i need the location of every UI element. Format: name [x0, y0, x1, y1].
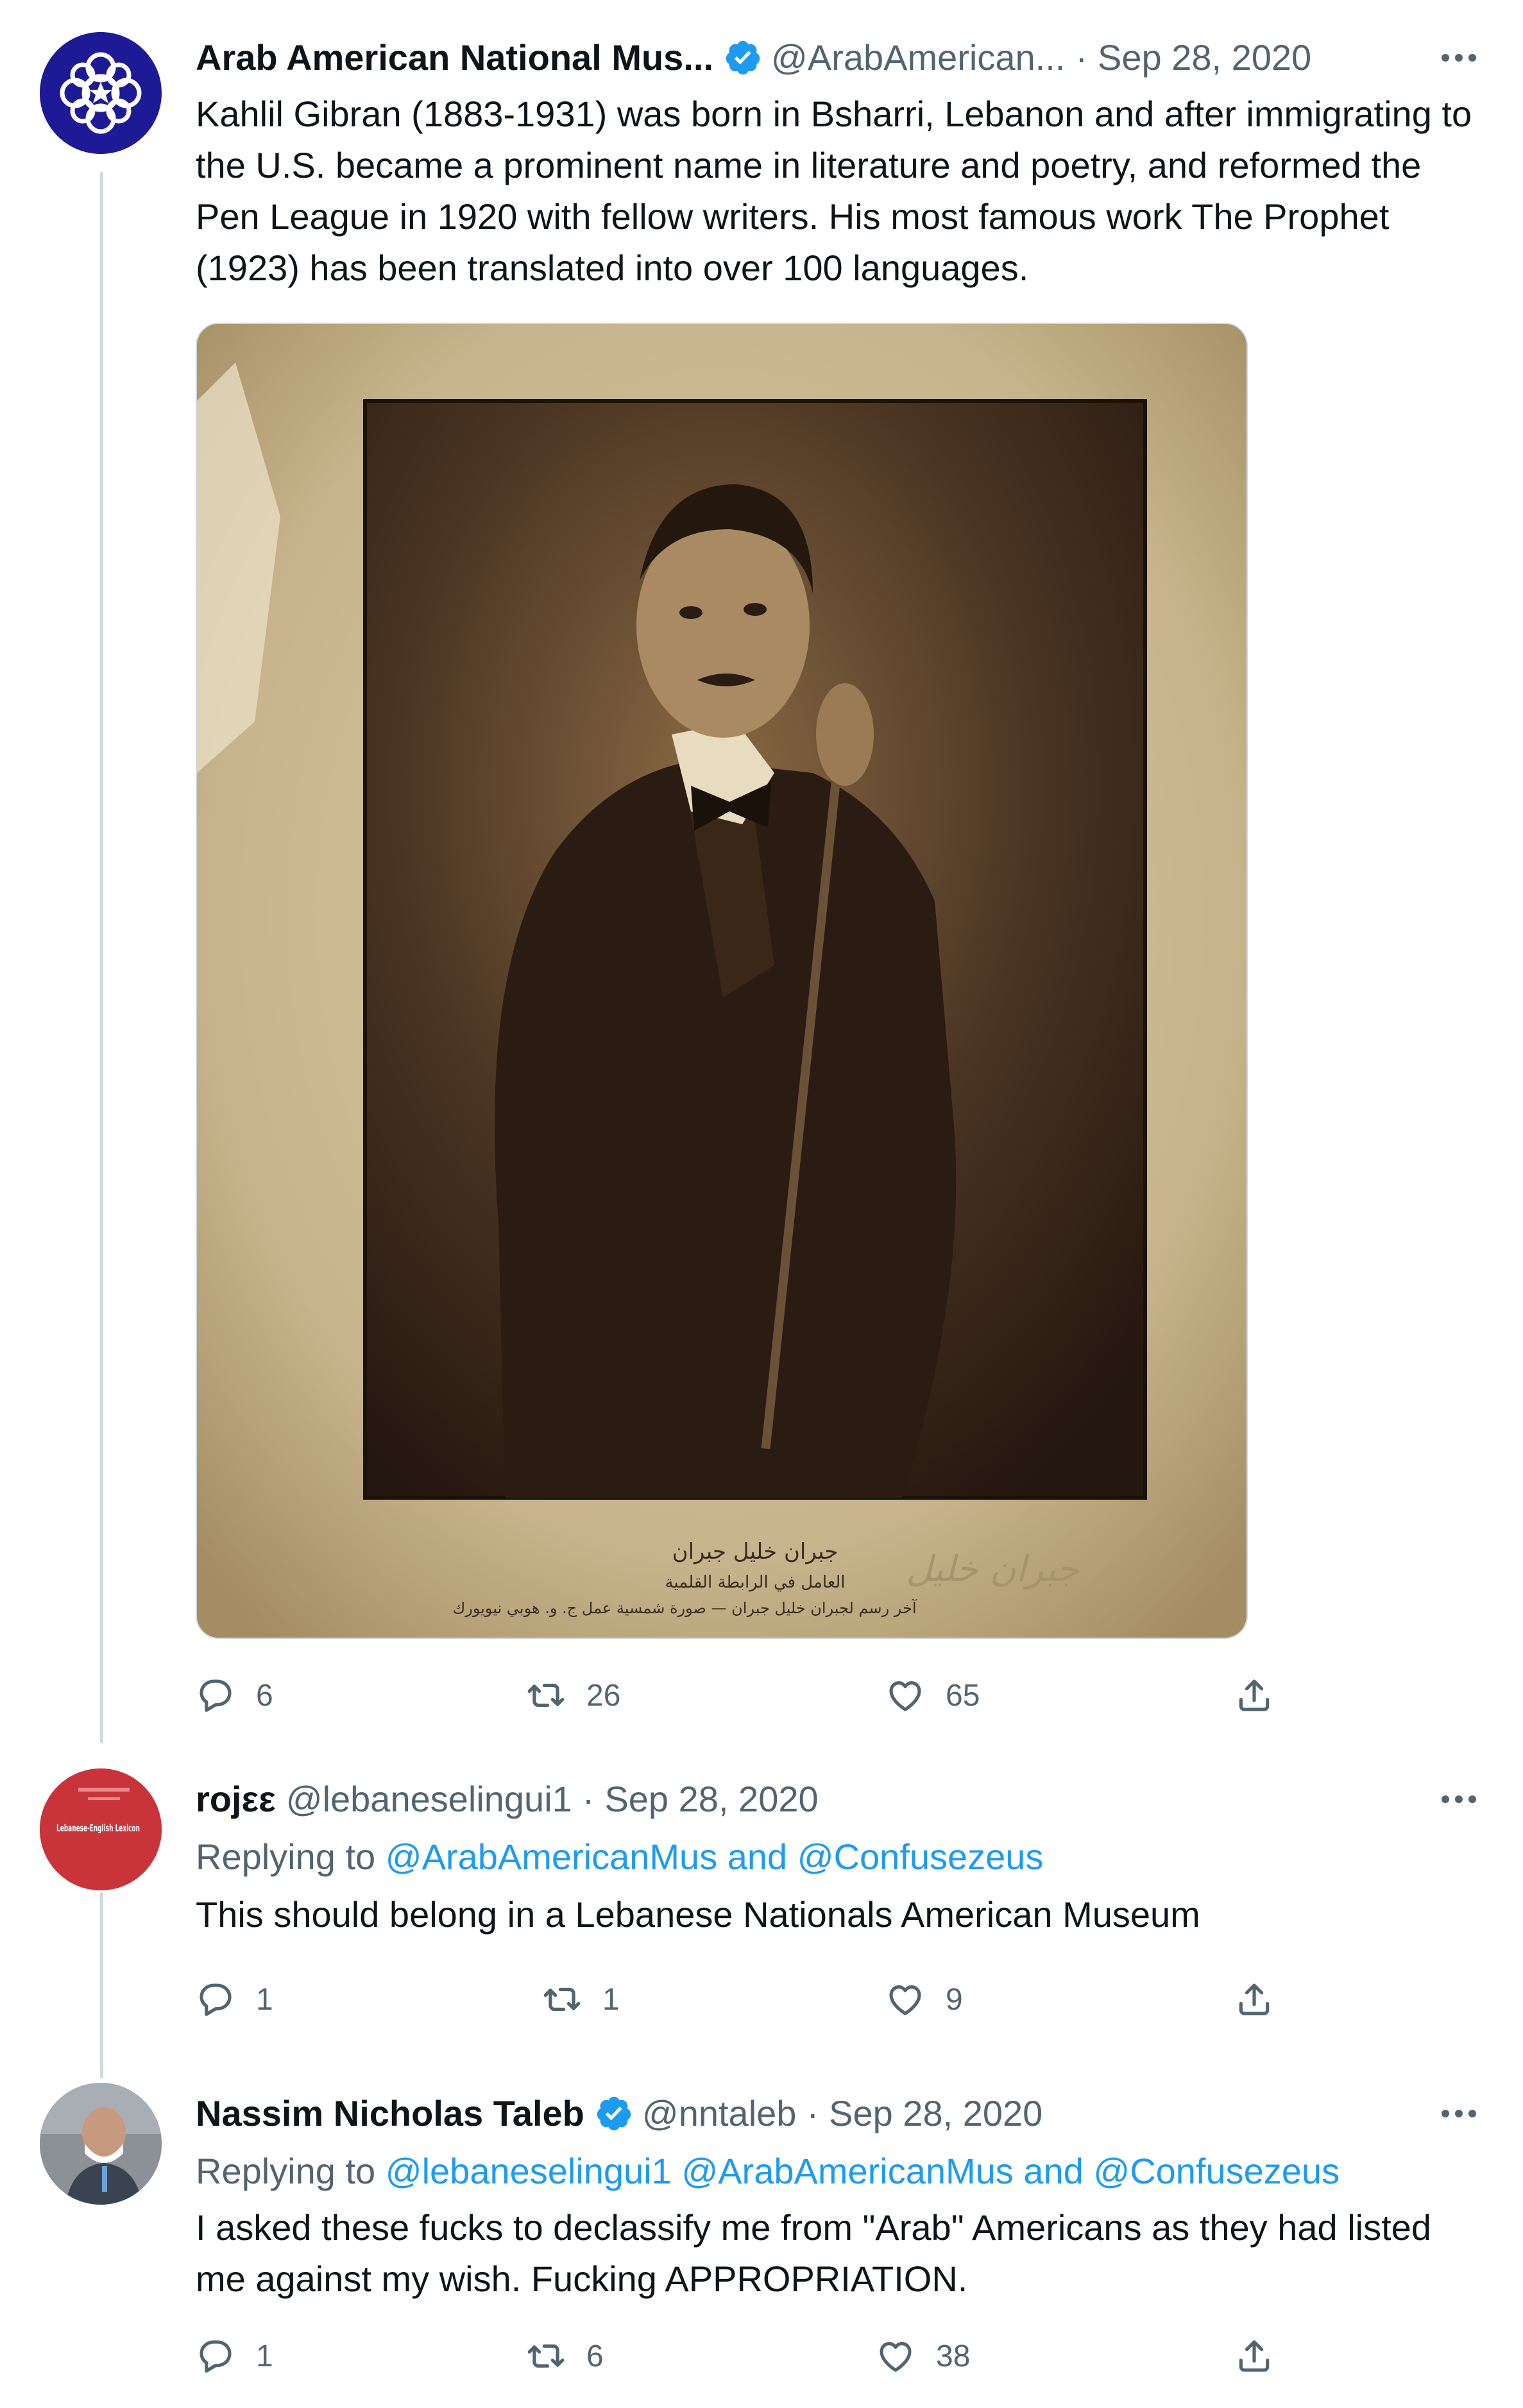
tweet-reply-2[interactable]: Nassim Nicholas Taleb @nntaleb · Sep 28,… — [0, 2049, 1523, 2408]
tweet-header: rojεε @lebaneselingui1 · Sep 28, 2020 — [196, 1774, 1485, 1825]
reply-icon — [200, 1983, 232, 2016]
replying-to-users[interactable]: @lebaneselingui1 @ArabAmericanMus and @C… — [386, 2151, 1340, 2191]
author-handle[interactable]: @ArabAmerican... — [771, 32, 1065, 83]
reply-count: 6 — [256, 1678, 273, 1713]
avatar-museum[interactable] — [40, 32, 162, 154]
share-icon — [1239, 1983, 1270, 2015]
verified-badge-icon — [726, 40, 760, 75]
reply-button[interactable]: 1 — [196, 2330, 273, 2382]
lexicon-cover-icon: Lebanese-English Lexicon — [40, 1768, 162, 1890]
like-button[interactable]: 65 — [885, 1670, 980, 1721]
gibran-portrait-photo: جبران خليل جبران العامل في الرابطة القلم… — [197, 324, 1246, 1638]
separator-dot: · — [1075, 37, 1087, 78]
share-button[interactable] — [1234, 1974, 1274, 2025]
reply-icon — [200, 1679, 232, 1712]
tweet-actions: 1 6 38 — [196, 2330, 1286, 2382]
author-name[interactable]: rojεε — [196, 1774, 276, 1825]
share-icon — [1239, 1679, 1270, 1711]
like-button[interactable]: 38 — [876, 2330, 970, 2382]
like-count: 9 — [946, 1982, 963, 2017]
photo-caption-line3: آخر رسم لجبران خليل جبران — صورة شمسية ع… — [452, 1598, 917, 1617]
photo-signature: جبران خليل — [906, 1548, 1079, 1590]
separator-dot: · — [806, 2093, 819, 2133]
retweet-button[interactable]: 1 — [542, 1974, 620, 2025]
like-icon — [889, 1681, 921, 1711]
avatar-lexicon-text: Lebanese-English Lexicon — [56, 1822, 140, 1834]
tweet-header: Arab American National Mus... @ArabAmeri… — [196, 32, 1485, 83]
retweet-count: 26 — [586, 1678, 621, 1713]
like-count: 65 — [946, 1678, 980, 1713]
share-button[interactable] — [1234, 1670, 1274, 1721]
tweet-text: This should belong in a Lebanese Nationa… — [196, 1894, 1200, 1935]
more-icon — [1442, 1795, 1476, 1803]
retweet-button[interactable]: 6 — [526, 2330, 604, 2382]
tweet-main[interactable]: Arab American National Mus... @ArabAmeri… — [0, 0, 1523, 1738]
retweet-count: 1 — [602, 1982, 620, 2017]
like-button[interactable]: 9 — [885, 1974, 963, 2025]
tweet-text: I asked these fucks to declassify me fro… — [196, 2207, 1431, 2299]
more-icon — [1442, 2110, 1476, 2117]
like-icon — [880, 2342, 912, 2372]
reply-count: 1 — [256, 2339, 273, 2373]
replying-to-users[interactable]: @ArabAmericanMus and @Confusezeus — [386, 1836, 1044, 1877]
tweet-actions: 1 1 9 — [196, 1974, 1286, 2025]
retweet-icon — [543, 1987, 581, 2012]
retweet-button[interactable]: 26 — [526, 1670, 620, 1721]
profile-photo-icon — [40, 2083, 162, 2205]
author-handle[interactable]: @nntaleb — [642, 2088, 797, 2139]
retweet-icon — [527, 2344, 565, 2368]
replying-label: Replying to — [196, 2151, 376, 2191]
tweet-date[interactable]: Sep 28, 2020 — [829, 2088, 1042, 2139]
like-count: 38 — [936, 2339, 971, 2373]
share-button[interactable] — [1234, 2330, 1274, 2382]
avatar-rojee[interactable]: Lebanese-English Lexicon — [40, 1768, 162, 1890]
more-icon — [1442, 54, 1476, 62]
photo-caption-line1: جبران خليل جبران — [672, 1539, 838, 1564]
more-options-button[interactable] — [1433, 32, 1485, 83]
tweet-date[interactable]: Sep 28, 2020 — [1098, 32, 1311, 83]
tweet-header: Nassim Nicholas Taleb @nntaleb · Sep 28,… — [196, 2088, 1485, 2139]
museum-logo-icon — [40, 32, 162, 154]
photo-caption-line2: العامل في الرابطة القلمية — [665, 1573, 845, 1592]
author-name[interactable]: Arab American National Mus... — [196, 32, 713, 83]
tweet-actions: 6 26 65 — [196, 1670, 1286, 1721]
reply-button[interactable]: 1 — [196, 1974, 273, 2025]
share-icon — [1239, 2340, 1270, 2372]
reply-icon — [200, 2340, 232, 2373]
replying-to: Replying to @ArabAmericanMus and @Confus… — [196, 1831, 1043, 1883]
more-options-button[interactable] — [1433, 2088, 1485, 2139]
like-icon — [889, 1985, 921, 2015]
retweet-count: 6 — [586, 2339, 604, 2373]
tweet-text: Kahlil Gibran (1883-1931) was born in Bs… — [196, 94, 1472, 288]
tweet-photo[interactable]: جبران خليل جبران العامل في الرابطة القلم… — [196, 323, 1248, 1639]
author-handle[interactable]: @lebaneselingui1 — [286, 1774, 572, 1825]
more-options-button[interactable] — [1433, 1774, 1485, 1825]
reply-button[interactable]: 6 — [196, 1670, 273, 1721]
author-name[interactable]: Nassim Nicholas Taleb — [196, 2088, 584, 2139]
reply-count: 1 — [256, 1982, 273, 2017]
tweet-reply-1[interactable]: Lebanese-English Lexicon rojεε @lebanese… — [0, 1745, 1523, 2049]
tweet-date[interactable]: Sep 28, 2020 — [604, 1774, 818, 1825]
replying-to: Replying to @lebaneselingui1 @ArabAmeric… — [196, 2146, 1340, 2197]
verified-badge-icon — [597, 2096, 631, 2131]
avatar-nntaleb[interactable] — [40, 2083, 162, 2205]
replying-label: Replying to — [196, 1836, 376, 1877]
retweet-icon — [527, 1683, 565, 1708]
separator-dot: · — [582, 1779, 595, 1819]
